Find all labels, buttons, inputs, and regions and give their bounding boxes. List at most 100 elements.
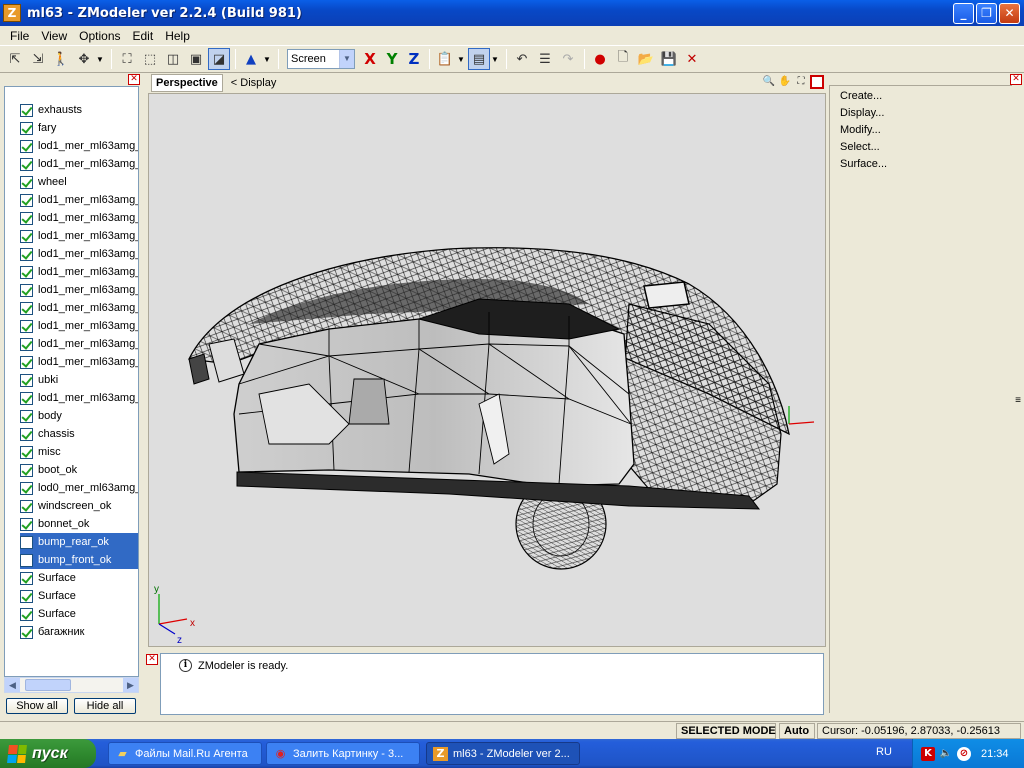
axis-z-button[interactable]: Z	[403, 48, 425, 70]
visibility-checkbox[interactable]	[20, 319, 33, 333]
object-list[interactable]: exhausts fary lod1_mer_ml63amg_0 lod1_mer_m…	[4, 86, 139, 677]
redo-icon[interactable]: ↷	[557, 48, 579, 70]
visibility-checkbox[interactable]	[20, 409, 33, 423]
visibility-checkbox[interactable]	[20, 517, 33, 531]
object-row[interactable]: lod1_mer_ml63amg_0	[20, 245, 138, 263]
visibility-checkbox[interactable]	[20, 121, 33, 135]
visibility-checkbox[interactable]	[20, 193, 33, 207]
chevron-down-icon[interactable]: ▼	[96, 55, 104, 64]
object-row[interactable]: windscreen_ok	[20, 497, 138, 515]
command-create[interactable]: Create...	[840, 90, 882, 102]
object-row[interactable]: body	[20, 407, 138, 425]
task-upload-image[interactable]: ◉ Залить Картинку - 3...	[266, 742, 420, 765]
box-wire-icon[interactable]: ⬚	[139, 48, 161, 70]
menu-help[interactable]: Help	[159, 29, 196, 43]
record-icon[interactable]: ●	[589, 48, 611, 70]
object-row[interactable]: lod1_mer_ml63amg_0	[20, 299, 138, 317]
object-row[interactable]: lod1_mer_ml63amg_0	[20, 137, 138, 155]
object-row[interactable]: lod1_mer_ml63amg_0	[20, 335, 138, 353]
splitter-grip-icon[interactable]: ≡	[1015, 395, 1021, 406]
visibility-checkbox[interactable]	[20, 175, 33, 189]
walk-icon[interactable]: 🚶	[50, 48, 72, 70]
object-row[interactable]: Surface	[20, 569, 138, 587]
chevron-down-icon[interactable]: ▼	[339, 50, 354, 68]
close-window-button[interactable]: ✕	[999, 3, 1020, 24]
visibility-checkbox[interactable]	[20, 499, 33, 513]
menu-edit[interactable]: Edit	[127, 29, 160, 43]
visibility-checkbox[interactable]	[20, 211, 33, 225]
box-selected-icon[interactable]: ◪	[208, 48, 230, 70]
command-display[interactable]: Display...	[840, 107, 884, 119]
visibility-checkbox[interactable]	[20, 301, 33, 315]
object-row[interactable]: lod1_mer_ml63amg_0	[20, 155, 138, 173]
visibility-checkbox[interactable]	[20, 355, 33, 369]
object-row[interactable]: lod1_mer_ml63amg_0	[20, 263, 138, 281]
select-arrow-icon[interactable]: ⇱	[4, 48, 26, 70]
object-row[interactable]: misc	[20, 443, 138, 461]
chevron-down-icon[interactable]: ▼	[263, 55, 271, 64]
object-row[interactable]: boot_ok	[20, 461, 138, 479]
visibility-checkbox[interactable]	[20, 103, 33, 117]
visibility-checkbox[interactable]	[20, 589, 33, 603]
axis-x-button[interactable]: X	[359, 48, 381, 70]
close-icon[interactable]: ✕	[146, 654, 158, 665]
display-menu-link[interactable]: < Display	[231, 77, 277, 89]
visibility-checkbox[interactable]	[20, 265, 33, 279]
delete-icon[interactable]: ✕	[681, 48, 703, 70]
chevron-down-icon[interactable]: ▼	[491, 55, 499, 64]
object-row[interactable]: lod1_mer_ml63amg_0	[20, 209, 138, 227]
zoom-region-icon[interactable]: ⛶	[794, 75, 808, 89]
box-solid-icon[interactable]: ▣	[185, 48, 207, 70]
object-row[interactable]: lod1_mer_ml63amg_0	[20, 317, 138, 335]
hide-all-button[interactable]: Hide all	[74, 698, 136, 714]
show-all-button[interactable]: Show all	[6, 698, 68, 714]
object-row[interactable]: bump_front_ok	[20, 551, 138, 569]
object-row[interactable]: lod1_mer_ml63amg_0	[20, 281, 138, 299]
status-auto[interactable]: Auto	[779, 723, 815, 739]
maximize-viewport-icon[interactable]	[810, 75, 824, 89]
visibility-checkbox[interactable]	[20, 571, 33, 585]
tab-perspective[interactable]: Perspective	[151, 74, 223, 92]
render-mode-icon[interactable]: ▤	[468, 48, 490, 70]
object-row[interactable]: wheel	[20, 173, 138, 191]
visibility-checkbox[interactable]	[20, 283, 33, 297]
command-select[interactable]: Select...	[840, 141, 880, 153]
menu-file[interactable]: File	[4, 29, 35, 43]
zoom-icon[interactable]: 🔍	[762, 75, 776, 89]
scroll-left-icon[interactable]: ◀	[5, 678, 20, 692]
visibility-checkbox[interactable]	[20, 445, 33, 459]
open-folder-icon[interactable]: 📂	[635, 48, 657, 70]
object-row[interactable]: lod1_mer_ml63amg_0	[20, 389, 138, 407]
transform-icon[interactable]: ✥	[73, 48, 95, 70]
visibility-checkbox[interactable]	[20, 607, 33, 621]
history-icon[interactable]: ☰	[534, 48, 556, 70]
object-row[interactable]: lod1_mer_ml63amg_0	[20, 227, 138, 245]
visibility-checkbox[interactable]	[20, 535, 33, 549]
language-indicator[interactable]: RU	[876, 746, 892, 758]
start-button[interactable]: пуск	[0, 739, 96, 768]
visibility-checkbox[interactable]	[20, 427, 33, 441]
visibility-checkbox[interactable]	[20, 229, 33, 243]
axis-y-button[interactable]: Y	[381, 48, 403, 70]
object-row[interactable]: Surface	[20, 587, 138, 605]
object-row[interactable]: fary	[20, 119, 138, 137]
object-row[interactable]: ubki	[20, 371, 138, 389]
command-surface[interactable]: Surface...	[840, 158, 887, 170]
task-mailru-agent[interactable]: ▰ Файлы Mail.Ru Агента	[108, 742, 262, 765]
viewport-perspective[interactable]: y x z	[148, 93, 826, 647]
select-vertex-icon[interactable]: ⇲	[27, 48, 49, 70]
object-row[interactable]: bump_rear_ok	[20, 533, 138, 551]
save-icon[interactable]: 💾	[658, 48, 680, 70]
menu-options[interactable]: Options	[73, 29, 126, 43]
minimize-button[interactable]: _	[953, 3, 974, 24]
vertex-mode-icon[interactable]: ⛶	[116, 48, 138, 70]
horizontal-scrollbar[interactable]: ◀ ▶	[4, 677, 139, 693]
visibility-checkbox[interactable]	[20, 139, 33, 153]
status-mode[interactable]: SELECTED MODE	[676, 723, 776, 739]
undo-icon[interactable]: ↶	[511, 48, 533, 70]
coordinate-system-select[interactable]: Screen ▼	[287, 49, 355, 69]
box-icon[interactable]: ◫	[162, 48, 184, 70]
menu-view[interactable]: View	[35, 29, 73, 43]
object-row[interactable]: Surface	[20, 605, 138, 623]
visibility-checkbox[interactable]	[20, 481, 33, 495]
